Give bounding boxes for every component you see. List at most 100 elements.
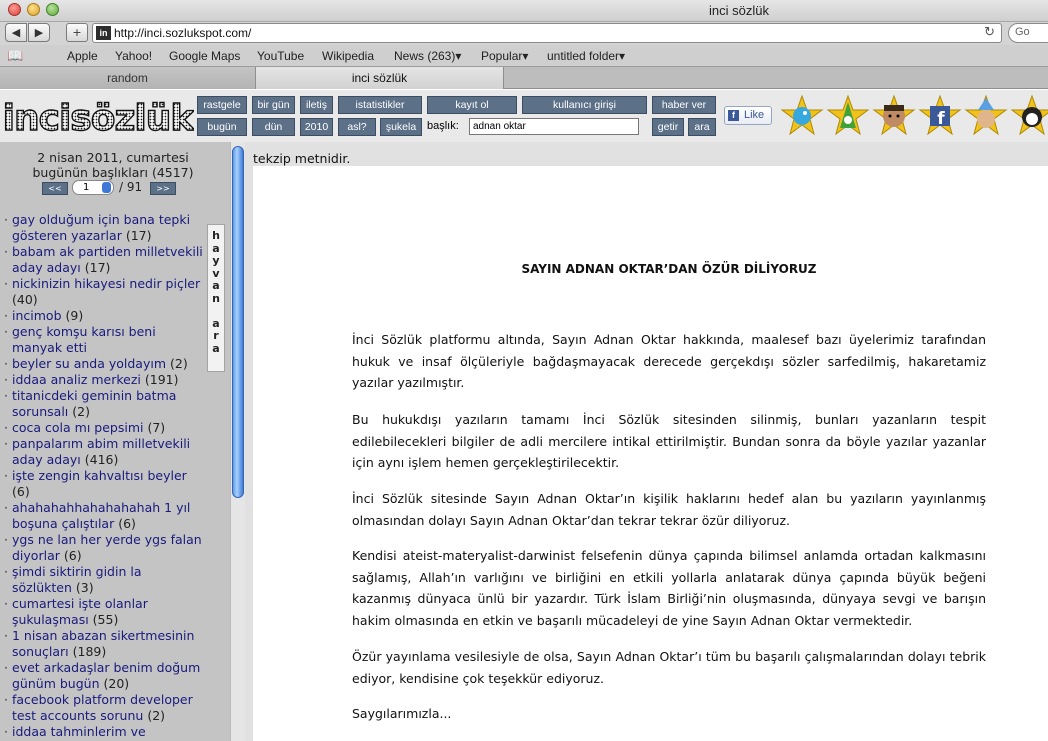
twitter-bird-star-icon[interactable] <box>780 94 824 138</box>
search-field[interactable]: Go <box>1008 23 1048 43</box>
baslik-search-input[interactable] <box>469 118 639 135</box>
topic-list-item[interactable]: · evet arkadaşlar benim doğum günüm bugün… <box>4 660 204 692</box>
nav-2010-button[interactable]: 2010 <box>300 118 333 136</box>
bookmark-youtube[interactable]: YouTube <box>257 49 304 63</box>
hayvan-ara-tab[interactable]: hayvanara <box>207 224 225 372</box>
nav-haber-ver-button[interactable]: haber ver <box>652 96 716 114</box>
topic-list-item[interactable]: · coca cola mı pepsimi (7) <box>4 420 204 436</box>
topic-list-item[interactable]: · beyler su anda yoldayım (2) <box>4 356 204 372</box>
topic-list-item[interactable]: · genç komşu karısı beni manyak etti <box>4 324 204 356</box>
plus-icon: + <box>72 26 82 39</box>
back-button[interactable]: ◀ <box>5 23 27 42</box>
topic-title-link[interactable]: beyler su anda yoldayım <box>12 356 166 371</box>
vertical-tab-letter: a <box>212 279 220 292</box>
search-placeholder: Go <box>1015 26 1030 38</box>
sidebar-scroll-thumb[interactable] <box>232 146 244 498</box>
topic-list: · gay olduğum için bana tepki gösteren ya… <box>4 212 204 740</box>
nav-ara-button[interactable]: ara <box>688 118 716 136</box>
prev-page-button[interactable]: << <box>42 182 68 195</box>
page-select[interactable]: 1 <box>72 180 114 195</box>
topic-list-item[interactable]: · ygs ne lan her yerde ygs falan diyorlar… <box>4 532 204 564</box>
tab-inci-sozluk[interactable]: inci sözlük <box>256 67 504 89</box>
topic-list-item[interactable]: · nickinizin hikayesi nedir piçler (40) <box>4 276 204 308</box>
reload-icon[interactable]: ↻ <box>984 25 995 40</box>
penguin-face-icon[interactable] <box>1010 94 1048 138</box>
topic-list-item[interactable]: · cumartesi işte olanlar şukulaşması (55) <box>4 596 204 628</box>
facebook-star-icon[interactable]: f <box>918 94 962 138</box>
topic-title-link[interactable]: işte zengin kahvaltısı beyler <box>12 468 187 483</box>
url-text[interactable]: http://inci.sozlukspot.com/ <box>114 26 251 40</box>
topic-title-link[interactable]: coca cola mı pepsimi <box>12 420 143 435</box>
nav-iletis-button[interactable]: iletiş <box>300 96 333 114</box>
nav-istatistikler-button[interactable]: istatistikler <box>338 96 422 114</box>
nav-sukela-button[interactable]: şukela <box>380 118 422 136</box>
inci-sozluk-logo[interactable]: incisözlük <box>2 94 194 138</box>
topic-list-item[interactable]: · şimdi siktirin gidin la sözlükten (3) <box>4 564 204 596</box>
topic-title-link[interactable]: gay olduğum için bana tepki gösteren yaz… <box>12 212 190 243</box>
back-arrow-icon: ◀ <box>11 26 21 39</box>
nav-bugun-button[interactable]: bugün <box>197 118 247 136</box>
topic-entry-count: (9) <box>65 308 84 323</box>
topic-title-link[interactable]: genç komşu karısı beni manyak etti <box>12 324 156 355</box>
topic-list-item[interactable]: · facebook platform developer test accoun… <box>4 692 204 724</box>
notice-strip: tekzip metnidir. <box>245 142 1048 166</box>
topic-title-link[interactable]: titanicdeki geminin batma sorunsalı <box>12 388 176 419</box>
facebook-like-button[interactable]: f Like <box>724 106 772 125</box>
address-bar[interactable]: in http://inci.sozlukspot.com/ ↻ <box>92 23 1002 43</box>
bookmark-google-maps[interactable]: Google Maps <box>169 49 240 63</box>
article-paragraph: Saygılarımızla... <box>352 706 452 721</box>
bookmark-untitled-folder[interactable]: untitled folder▾ <box>547 49 625 63</box>
next-page-button[interactable]: >> <box>150 182 176 195</box>
topic-title-link[interactable]: ygs ne lan her yerde ygs falan diyorlar <box>12 532 202 563</box>
nav-bir-gun-button[interactable]: bir gün <box>252 96 295 114</box>
topic-title-link[interactable]: iddaa analiz merkezi <box>12 372 141 387</box>
topic-title-link[interactable]: facebook platform developer test account… <box>12 692 193 723</box>
bookmark-popular[interactable]: Popular▾ <box>481 49 528 63</box>
topic-list-item[interactable]: · 1 nisan abazan sikertmesinin sonuçları … <box>4 628 204 660</box>
topic-list-item[interactable]: · iddaa analiz merkezi (191) <box>4 372 204 388</box>
nav-getir-button[interactable]: getir <box>652 118 684 136</box>
topic-title-link[interactable]: iddaa tahminlerim ve <box>12 724 146 739</box>
topic-entry-count: (7) <box>147 420 166 435</box>
tab-random[interactable]: random <box>0 67 256 89</box>
topic-title-link[interactable]: nickinizin hikayesi nedir piçler <box>12 276 200 291</box>
topic-list-item[interactable]: · panpalarım abim milletvekili aday adayı… <box>4 436 204 468</box>
topic-list-item[interactable]: · gay olduğum için bana tepki gösteren ya… <box>4 212 204 244</box>
book-icon[interactable]: 📖 <box>7 48 23 64</box>
nav-asl-button[interactable]: asl? <box>338 118 376 136</box>
article-paragraph: İnci Sözlük platformu altında, Sayın Adn… <box>352 332 986 390</box>
topic-title-link[interactable]: cumartesi işte olanlar şukulaşması <box>12 596 148 627</box>
topic-entry-count: (191) <box>144 372 179 387</box>
wizard-face-icon[interactable] <box>964 94 1008 138</box>
bookmark-yahoo[interactable]: Yahoo! <box>115 49 152 63</box>
topic-list-item[interactable]: · ahahahahhahahahahah 1 yıl boşuna çalışt… <box>4 500 204 532</box>
nav-kayit-ol-button[interactable]: kayıt ol <box>427 96 517 114</box>
avatar-face-icon[interactable] <box>872 94 916 138</box>
facebook-f-icon: f <box>728 110 739 121</box>
topic-entry-count: (3) <box>75 580 94 595</box>
topic-title-link[interactable]: incimob <box>12 308 62 323</box>
topic-title-link[interactable]: ahahahahhahahahahah 1 yıl boşuna çalıştı… <box>12 500 190 531</box>
today-topics-count[interactable]: bugünün başlıkları (4517) <box>0 165 226 180</box>
sidebar-scrollbar[interactable] <box>230 142 245 741</box>
topic-entry-count: (2) <box>147 708 166 723</box>
forward-button[interactable]: ▶ <box>28 23 50 42</box>
bookmark-wikipedia[interactable]: Wikipedia <box>322 49 374 63</box>
window-title: inci sözlük <box>709 3 769 18</box>
topic-list-item[interactable]: · incimob (9) <box>4 308 204 324</box>
date-box: 2 nisan 2011, cumartesi bugünün başlıkla… <box>0 150 226 180</box>
add-bookmark-button[interactable]: + <box>66 23 88 42</box>
bullet-icon: · <box>4 660 8 675</box>
nav-dun-button[interactable]: dün <box>252 118 295 136</box>
bookmark-apple[interactable]: Apple <box>67 49 98 63</box>
topic-list-item[interactable]: · işte zengin kahvaltısı beyler (6) <box>4 468 204 500</box>
green-star-mascot-icon[interactable] <box>826 94 870 138</box>
nav-kullanici-girisi-button[interactable]: kullanıcı girişi <box>522 96 647 114</box>
vertical-tab-letter: n <box>212 291 220 305</box>
nav-rastgele-button[interactable]: rastgele <box>197 96 247 114</box>
topic-list-item[interactable]: · titanicdeki geminin batma sorunsalı (2) <box>4 388 204 420</box>
topic-list-item[interactable]: · babam ak partiden milletvekili aday ada… <box>4 244 204 276</box>
bookmark-news[interactable]: News (263)▾ <box>394 49 461 63</box>
bullet-icon: · <box>4 692 8 707</box>
topic-list-item[interactable]: · iddaa tahminlerim ve <box>4 724 204 740</box>
